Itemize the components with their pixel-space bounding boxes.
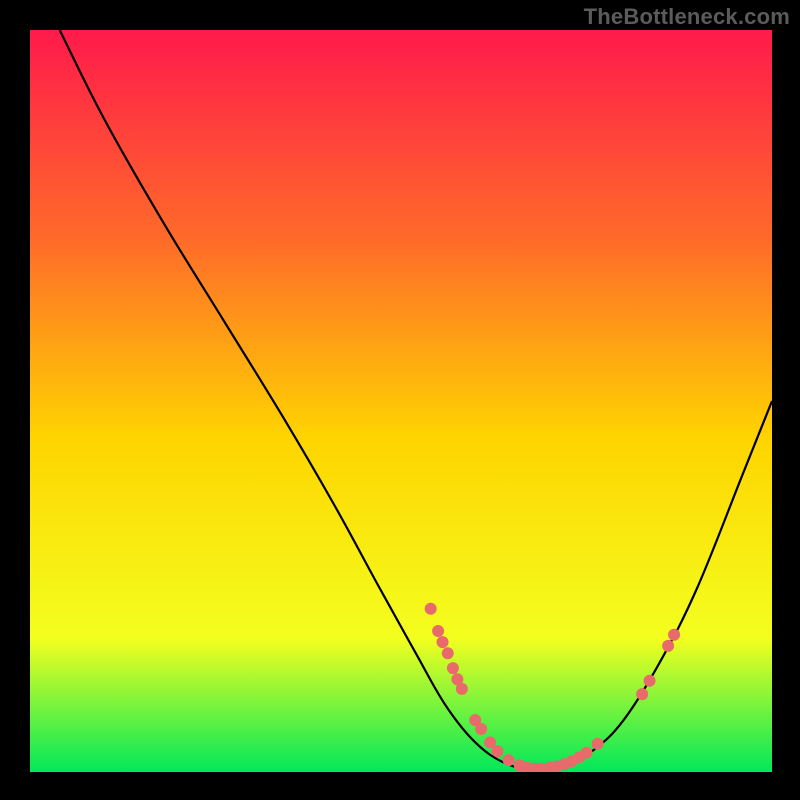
data-marker [592, 738, 604, 750]
data-marker [581, 747, 593, 759]
data-marker [425, 603, 437, 615]
data-marker [432, 625, 444, 637]
data-marker [475, 723, 487, 735]
data-marker [644, 675, 656, 687]
watermark-text: TheBottleneck.com [584, 4, 790, 30]
data-marker [437, 636, 449, 648]
data-marker [662, 640, 674, 652]
bottleneck-chart [30, 30, 772, 772]
data-marker [668, 629, 680, 641]
chart-frame: TheBottleneck.com [0, 0, 800, 800]
data-marker [442, 647, 454, 659]
data-marker [456, 683, 468, 695]
plot-area [30, 30, 772, 772]
data-marker [503, 754, 515, 766]
data-marker [447, 662, 459, 674]
data-marker [491, 745, 503, 757]
data-marker [636, 688, 648, 700]
